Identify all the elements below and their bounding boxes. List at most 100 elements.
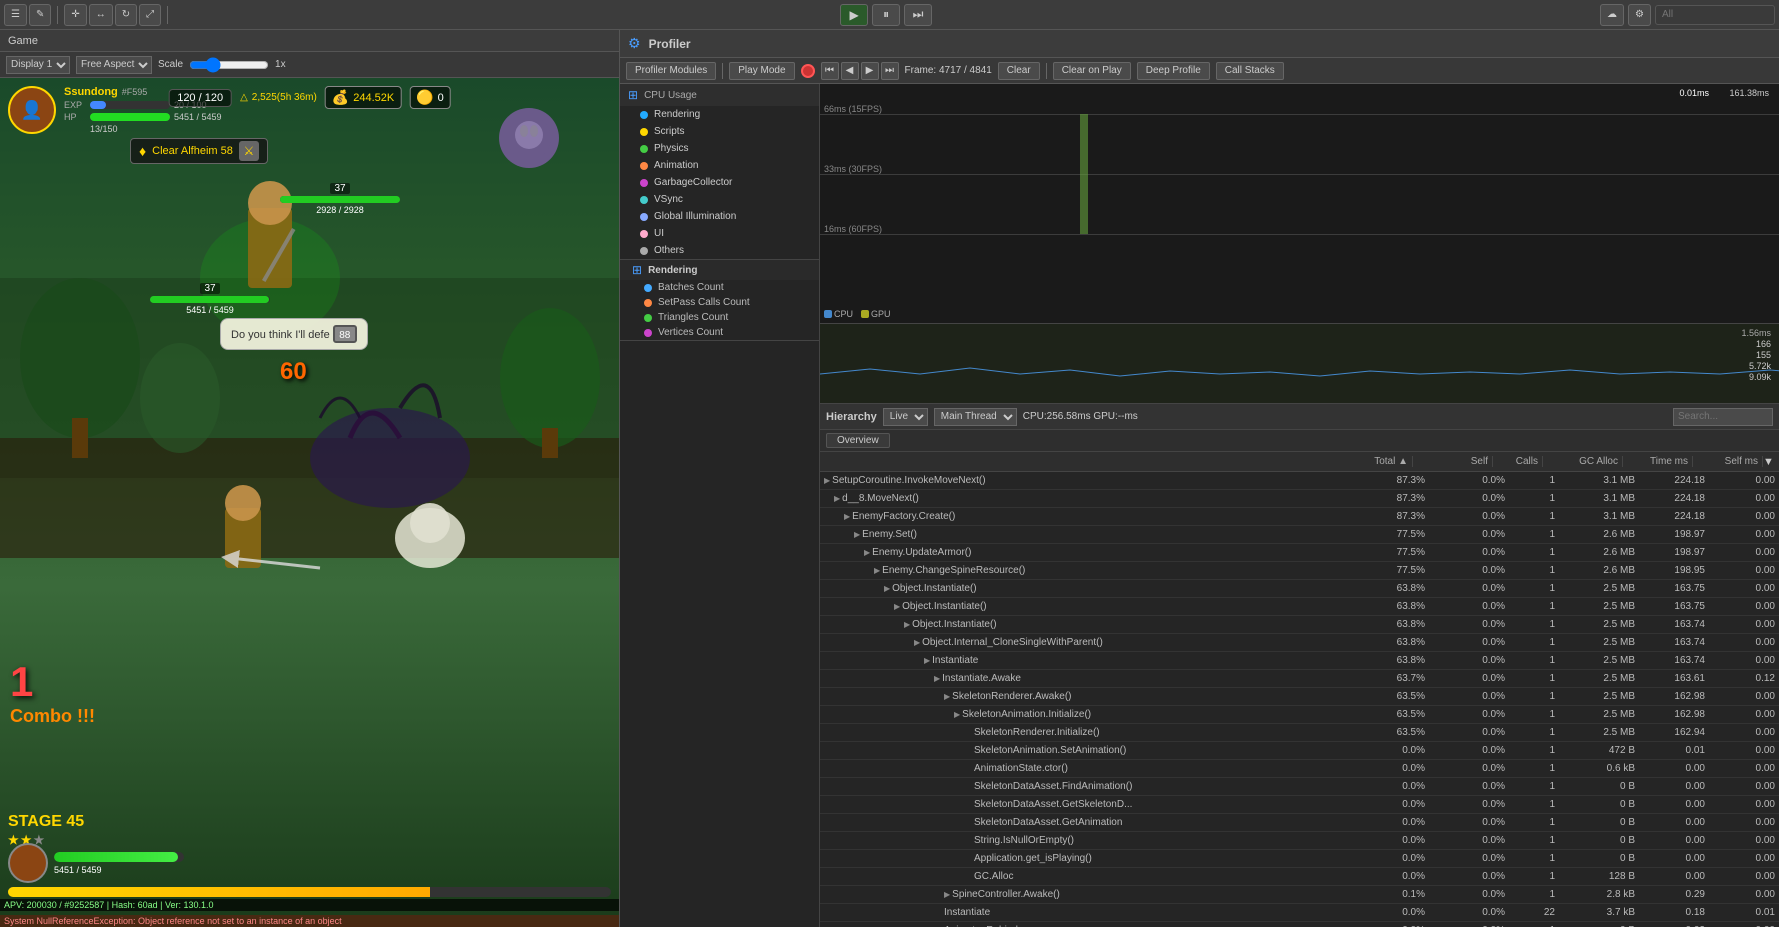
table-row[interactable]: Animator.Rebind 0.0% 0.0% 1 0 B 0.02 0.0… — [820, 922, 1779, 927]
selfms-cell: 0.00 — [1709, 655, 1779, 666]
table-row[interactable]: GC.Alloc 0.0% 0.0% 1 128 B 0.00 0.00 — [820, 868, 1779, 886]
rendering-stats-graph[interactable]: 1.56ms 166 155 5.72k 9.09k — [820, 324, 1779, 404]
rendering-section-header[interactable]: ⊞ Rendering — [620, 260, 819, 280]
rendering-item-triangles-count[interactable]: Triangles Count — [620, 310, 819, 325]
cpu-item-physics[interactable]: Physics — [620, 140, 819, 157]
move-tool[interactable]: ↔ — [89, 4, 113, 26]
table-row[interactable]: SkeletonAnimation.SetAnimation() 0.0% 0.… — [820, 742, 1779, 760]
go-start-button[interactable]: ⏮ — [821, 62, 839, 80]
step-button[interactable]: ⏭ — [904, 4, 932, 26]
cpu-item-vsync[interactable]: VSync — [620, 191, 819, 208]
play-button[interactable]: ▶ — [840, 4, 868, 26]
go-end-button[interactable]: ⏭ — [881, 62, 899, 80]
table-row[interactable]: ▶ Instantiate.Awake 63.7% 0.0% 1 2.5 MB … — [820, 670, 1779, 688]
profiler-header: ⚙ Profiler — [620, 30, 1779, 58]
next-frame-button[interactable]: ▶ — [861, 62, 879, 80]
table-row[interactable]: ▶ Enemy.ChangeSpineResource() 77.5% 0.0%… — [820, 562, 1779, 580]
table-row[interactable]: ▶ d__8.MoveNext() 87.3% 0.0% 1 3.1 MB 22… — [820, 490, 1779, 508]
cpu-section-header[interactable]: ⊞ CPU Usage — [620, 84, 819, 106]
table-row[interactable]: ▶ SkeletonAnimation.Initialize() 63.5% 0… — [820, 706, 1779, 724]
cpu-item-ui[interactable]: UI — [620, 225, 819, 242]
table-row[interactable]: ▶ EnemyFactory.Create() 87.3% 0.0% 1 3.1… — [820, 508, 1779, 526]
combo-display: 1 Combo !!! — [10, 658, 95, 727]
table-row[interactable]: AnimationState.ctor() 0.0% 0.0% 1 0.6 kB… — [820, 760, 1779, 778]
table-row[interactable]: String.IsNullOrEmpty() 0.0% 0.0% 1 0 B 0… — [820, 832, 1779, 850]
toolbar-sep-2 — [1046, 63, 1047, 79]
cpu-item-garbagecollector[interactable]: GarbageCollector — [620, 174, 819, 191]
thread-select[interactable]: Main Thread — [934, 408, 1017, 426]
table-row[interactable]: ▶ Object.Instantiate() 63.8% 0.0% 1 2.5 … — [820, 580, 1779, 598]
table-row[interactable]: ▶ SetupCoroutine.InvokeMoveNext() 87.3% … — [820, 472, 1779, 490]
table-row[interactable]: ▶ Enemy.Set() 77.5% 0.0% 1 2.6 MB 198.97… — [820, 526, 1779, 544]
profiler-toolbar: Profiler Modules Play Mode ⏮ ◀ ▶ ⏭ Frame… — [620, 58, 1779, 84]
calls-cell: 1 — [1509, 799, 1559, 810]
col-header-gcalloc[interactable]: GC Alloc — [1543, 456, 1623, 467]
rotate-tool[interactable]: ↻ — [115, 4, 137, 26]
frame-info: Frame: 4717 / 4841 — [905, 65, 992, 76]
rendering-item-setpass-calls-count[interactable]: SetPass Calls Count — [620, 295, 819, 310]
collab-btn[interactable]: ☁ — [1600, 4, 1624, 26]
col-sort-btn[interactable]: ▼ — [1763, 456, 1779, 468]
cpu-dot — [640, 145, 648, 153]
col-header-total[interactable]: Total ▲ — [1333, 456, 1413, 467]
cpu-item-animation[interactable]: Animation — [620, 157, 819, 174]
transform-tool[interactable]: ✛ — [64, 4, 86, 26]
table-row[interactable]: SkeletonDataAsset.FindAnimation() 0.0% 0… — [820, 778, 1779, 796]
col-header-time[interactable]: Time ms — [1623, 456, 1693, 467]
file-menu[interactable]: ☰ — [4, 4, 27, 26]
services-btn[interactable]: ⚙ — [1628, 4, 1651, 26]
cpu-item-label: VSync — [654, 194, 683, 205]
clear-on-play-button[interactable]: Clear on Play — [1053, 62, 1131, 80]
record-button[interactable] — [801, 64, 815, 78]
edit-menu[interactable]: ✎ — [29, 4, 51, 26]
debug-line-1: APV: 200030 / #9252587 | Hash: 60ad | Ve… — [4, 900, 214, 910]
pause-button[interactable]: ⏸ — [872, 4, 900, 26]
rendering-item-vertices-count[interactable]: Vertices Count — [620, 325, 819, 340]
deep-profile-button[interactable]: Deep Profile — [1137, 62, 1210, 80]
cpu-item-scripts[interactable]: Scripts — [620, 123, 819, 140]
display-select[interactable]: Display 1 — [6, 56, 70, 74]
col-header-calls[interactable]: Calls — [1493, 456, 1543, 467]
table-row[interactable]: SkeletonDataAsset.GetSkeletonD... 0.0% 0… — [820, 796, 1779, 814]
col-header-self[interactable]: Self — [1413, 456, 1493, 467]
table-row[interactable]: ▶ Object.Internal_CloneSingleWithParent(… — [820, 634, 1779, 652]
rendering-item-batches-count[interactable]: Batches Count — [620, 280, 819, 295]
cpu-item-others[interactable]: Others — [620, 242, 819, 259]
play-mode-button[interactable]: Play Mode — [729, 62, 794, 80]
table-row[interactable]: ▶ Instantiate 63.8% 0.0% 1 2.5 MB 163.74… — [820, 652, 1779, 670]
live-mode-select[interactable]: Live — [883, 408, 928, 426]
prev-frame-button[interactable]: ◀ — [841, 62, 859, 80]
hierarchy-search[interactable] — [1673, 408, 1773, 426]
table-row[interactable]: ▶ Object.Instantiate() 63.8% 0.0% 1 2.5 … — [820, 616, 1779, 634]
quest-icon-btn[interactable]: ⚔ — [239, 141, 259, 161]
fps-line-60: 16ms (60FPS) — [820, 234, 1779, 235]
level-badge: 13/150 — [90, 124, 222, 134]
overview-tab-button[interactable]: Overview — [826, 433, 890, 448]
aspect-select[interactable]: Free Aspect — [76, 56, 152, 74]
scale-slider[interactable] — [189, 57, 269, 73]
table-row[interactable]: Application.get_isPlaying() 0.0% 0.0% 1 … — [820, 850, 1779, 868]
table-row[interactable]: Instantiate 0.0% 0.0% 22 3.7 kB 0.18 0.0… — [820, 904, 1779, 922]
call-stacks-button[interactable]: Call Stacks — [1216, 62, 1284, 80]
table-row[interactable]: SkeletonDataAsset.GetAnimation 0.0% 0.0%… — [820, 814, 1779, 832]
gcalloc-cell: 2.5 MB — [1559, 691, 1639, 702]
cpu-item-rendering[interactable]: Rendering — [620, 106, 819, 123]
modules-button[interactable]: Profiler Modules — [626, 62, 716, 80]
name-cell: ▶ Enemy.Set() — [820, 529, 1349, 540]
clear-button[interactable]: Clear — [998, 62, 1040, 80]
table-row[interactable]: ▶ Enemy.UpdateArmor() 77.5% 0.0% 1 2.6 M… — [820, 544, 1779, 562]
search-input[interactable] — [1655, 5, 1775, 25]
cpu-item-global-illumination[interactable]: Global Illumination — [620, 208, 819, 225]
table-row[interactable]: ▶ SpineController.Awake() 0.1% 0.0% 1 2.… — [820, 886, 1779, 904]
col-header-selfms[interactable]: Self ms — [1693, 456, 1763, 467]
game-tab-label[interactable]: Game — [8, 35, 38, 47]
game-viewport[interactable]: 👤 Ssundong #F595 EXP 20 / 100 HP — [0, 78, 619, 927]
selfms-cell: 0.00 — [1709, 853, 1779, 864]
hierarchy-rows[interactable]: ▶ SetupCoroutine.InvokeMoveNext() 87.3% … — [820, 472, 1779, 927]
table-row[interactable]: SkeletonRenderer.Initialize() 63.5% 0.0%… — [820, 724, 1779, 742]
table-row[interactable]: ▶ SkeletonRenderer.Awake() 63.5% 0.0% 1 … — [820, 688, 1779, 706]
scale-tool[interactable]: ⤢ — [139, 4, 161, 26]
table-row[interactable]: ▶ Object.Instantiate() 63.8% 0.0% 1 2.5 … — [820, 598, 1779, 616]
self-cell: 0.0% — [1429, 727, 1509, 738]
cpu-usage-graph[interactable]: 66ms (15FPS) 33ms (30FPS) 16ms (60FPS) — [820, 84, 1779, 324]
